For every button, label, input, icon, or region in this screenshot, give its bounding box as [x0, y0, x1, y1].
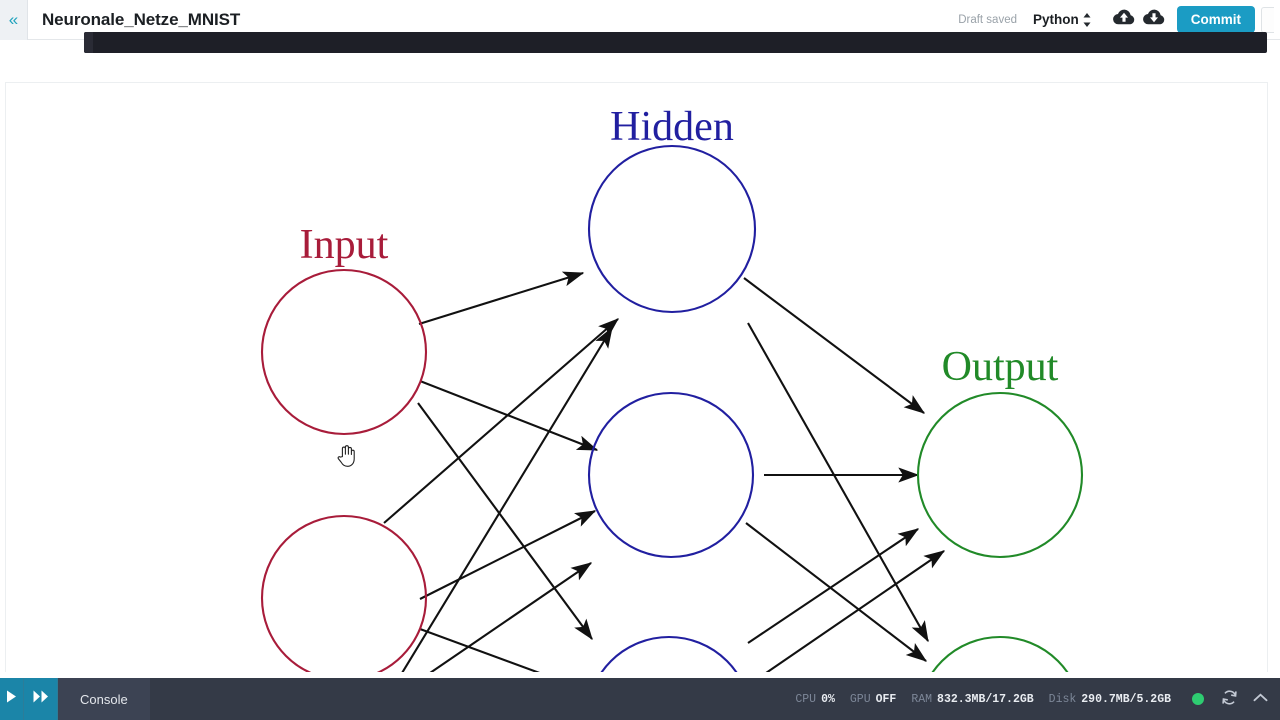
play-icon	[6, 690, 17, 708]
draft-status-text: Draft saved	[958, 13, 1017, 26]
fast-forward-icon	[33, 690, 49, 708]
bottom-bar-spacer	[150, 678, 796, 720]
collapse-sidebar-button[interactable]: «	[0, 0, 28, 40]
edges-input-to-hidden	[383, 271, 619, 672]
input-layer-nodes	[260, 268, 428, 672]
label-input: Input	[300, 222, 389, 268]
run-button[interactable]	[0, 678, 24, 720]
stat-disk-value: 290.7MB/5.2GB	[1081, 692, 1171, 706]
stat-ram-value: 832.3MB/17.2GB	[937, 692, 1034, 706]
chevron-double-left-icon: «	[8, 10, 19, 29]
refresh-button[interactable]	[1217, 689, 1241, 710]
output-node-1[interactable]	[916, 391, 1084, 559]
code-cell-gutter	[84, 32, 93, 53]
edges-hidden-to-output	[743, 277, 946, 672]
cloud-download-icon	[1142, 8, 1165, 32]
hidden-node-2[interactable]	[587, 391, 755, 559]
notebook-output-canvas: Input Hidden Output	[5, 82, 1268, 672]
expand-panel-button[interactable]	[1248, 691, 1272, 708]
chevron-up-icon	[1253, 691, 1268, 708]
resource-stats: CPU 0% GPU OFF RAM 832.3MB/17.2GB Disk 2…	[795, 678, 1280, 720]
input-node-2[interactable]	[260, 514, 428, 672]
hidden-layer-nodes	[587, 144, 757, 672]
upload-button[interactable]	[1109, 5, 1139, 35]
refresh-icon	[1221, 689, 1238, 710]
output-layer-nodes	[916, 391, 1084, 672]
output-node-2[interactable]	[918, 635, 1082, 672]
chevron-up-down-icon	[1083, 12, 1091, 27]
stat-gpu-value: OFF	[875, 692, 897, 706]
run-all-button[interactable]	[24, 678, 58, 720]
stat-disk: Disk 290.7MB/5.2GB	[1049, 693, 1171, 706]
cloud-upload-icon	[1112, 8, 1135, 32]
neural-network-diagram: Input Hidden Output	[260, 104, 1084, 672]
tab-console[interactable]: Console	[58, 678, 150, 720]
input-node-1[interactable]	[260, 268, 428, 436]
stat-gpu: GPU OFF	[850, 693, 896, 706]
stat-ram: RAM 832.3MB/17.2GB	[911, 693, 1033, 706]
language-label: Python	[1033, 12, 1079, 27]
label-hidden: Hidden	[610, 104, 734, 150]
right-panel-toggle[interactable]	[1261, 6, 1274, 33]
stat-disk-label: Disk	[1048, 692, 1077, 706]
language-selector[interactable]: Python	[1033, 12, 1091, 27]
hidden-node-1[interactable]	[587, 144, 757, 314]
label-output: Output	[942, 344, 1059, 390]
download-button[interactable]	[1139, 5, 1169, 35]
stat-cpu-value: 0%	[821, 692, 835, 706]
notebook-title: Neuronale_Netze_MNIST	[42, 9, 241, 29]
bottom-status-bar: Console CPU 0% GPU OFF RAM 832.3MB/17.2G…	[0, 678, 1280, 720]
status-badge	[1192, 693, 1204, 705]
stat-gpu-label: GPU	[849, 692, 871, 706]
stat-cpu-label: CPU	[795, 692, 817, 706]
code-cell-strip[interactable]	[84, 32, 1267, 53]
commit-button[interactable]: Commit	[1176, 6, 1255, 33]
stat-cpu: CPU 0%	[795, 693, 835, 706]
stat-ram-label: RAM	[911, 692, 933, 706]
hidden-node-3[interactable]	[587, 635, 751, 672]
